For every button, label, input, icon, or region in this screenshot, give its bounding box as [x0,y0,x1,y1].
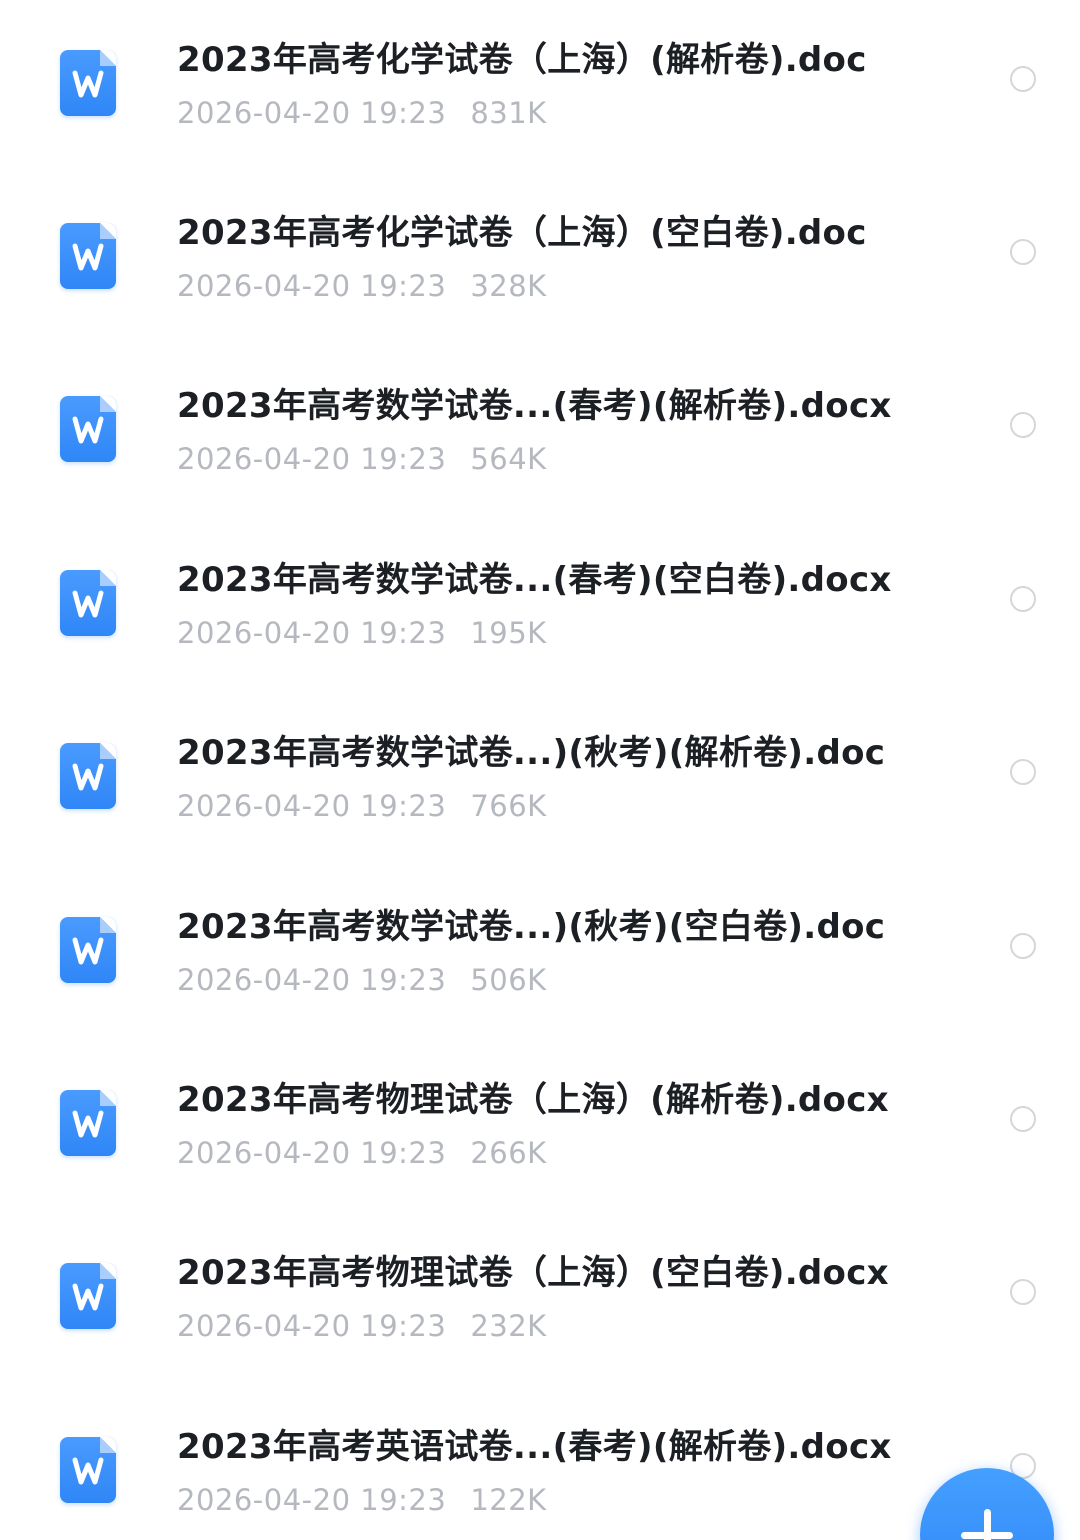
file-meta: 2026-04-20 19:23 232K [177,1306,547,1346]
file-date: 2026-04-20 19:23 [177,616,447,650]
file-row[interactable]: 2023年高考数学试卷...(春考)(解析卷).docx 2026-04-20 … [0,346,1080,519]
file-date: 2026-04-20 19:23 [177,96,447,130]
select-radio[interactable] [1010,1279,1036,1305]
select-radio[interactable] [1010,933,1036,959]
file-row[interactable]: 2023年高考化学试卷（上海）(空白卷).doc 2026-04-20 19:2… [0,173,1080,346]
file-meta: 2026-04-20 19:23 122K [177,1480,547,1520]
file-date: 2026-04-20 19:23 [177,1483,447,1517]
file-size: 266K [470,1136,547,1170]
file-meta: 2026-04-20 19:23 266K [177,1133,547,1173]
file-date: 2026-04-20 19:23 [177,1309,447,1343]
file-meta: 2026-04-20 19:23 831K [177,93,547,133]
file-name: 2023年高考化学试卷（上海）(解析卷).doc [177,40,867,80]
file-name: 2023年高考数学试卷...(春考)(解析卷).docx [177,386,892,426]
file-size: 831K [470,96,547,130]
file-name: 2023年高考英语试卷...(春考)(解析卷).docx [177,1427,892,1467]
word-doc-icon [60,1263,116,1329]
word-doc-icon [60,50,116,116]
file-size: 195K [470,616,547,650]
file-meta: 2026-04-20 19:23 328K [177,266,547,306]
plus-icon [957,1505,1017,1540]
file-name: 2023年高考数学试卷...)(秋考)(空白卷).doc [177,907,886,947]
file-date: 2026-04-20 19:23 [177,442,447,476]
select-radio[interactable] [1010,759,1036,785]
file-name: 2023年高考化学试卷（上海）(空白卷).doc [177,213,867,253]
file-list: 2023年高考化学试卷（上海）(解析卷).doc 2026-04-20 19:2… [0,0,1080,1540]
word-doc-icon [60,223,116,289]
word-doc-icon [60,743,116,809]
word-doc-icon [60,917,116,983]
file-meta: 2026-04-20 19:23 195K [177,613,547,653]
file-date: 2026-04-20 19:23 [177,963,447,997]
file-date: 2026-04-20 19:23 [177,269,447,303]
file-name: 2023年高考数学试卷...(春考)(空白卷).docx [177,560,892,600]
file-size: 506K [470,963,547,997]
select-radio[interactable] [1010,412,1036,438]
file-row[interactable]: 2023年高考化学试卷（上海）(解析卷).doc 2026-04-20 19:2… [0,0,1080,173]
file-size: 328K [470,269,547,303]
file-meta: 2026-04-20 19:23 766K [177,786,547,826]
file-name: 2023年高考物理试卷（上海）(空白卷).docx [177,1253,889,1293]
file-row[interactable]: 2023年高考数学试卷...)(秋考)(空白卷).doc 2026-04-20 … [0,867,1080,1040]
file-date: 2026-04-20 19:23 [177,789,447,823]
file-name: 2023年高考物理试卷（上海）(解析卷).docx [177,1080,889,1120]
word-doc-icon [60,1090,116,1156]
file-size: 766K [470,789,547,823]
file-date: 2026-04-20 19:23 [177,1136,447,1170]
word-doc-icon [60,396,116,462]
file-meta: 2026-04-20 19:23 506K [177,960,547,1000]
word-doc-icon [60,1437,116,1503]
file-meta: 2026-04-20 19:23 564K [177,439,547,479]
file-row[interactable]: 2023年高考数学试卷...(春考)(空白卷).docx 2026-04-20 … [0,520,1080,693]
file-size: 122K [470,1483,547,1517]
file-row[interactable]: 2023年高考物理试卷（上海）(空白卷).docx 2026-04-20 19:… [0,1213,1080,1386]
word-doc-icon [60,570,116,636]
select-radio[interactable] [1010,239,1036,265]
file-row[interactable]: 2023年高考数学试卷...)(秋考)(解析卷).doc 2026-04-20 … [0,693,1080,866]
select-radio[interactable] [1010,586,1036,612]
select-radio[interactable] [1010,1106,1036,1132]
file-row[interactable]: 2023年高考物理试卷（上海）(解析卷).docx 2026-04-20 19:… [0,1040,1080,1213]
file-size: 232K [470,1309,547,1343]
file-row[interactable]: 2023年高考英语试卷...(春考)(解析卷).docx 2026-04-20 … [0,1387,1080,1540]
file-size: 564K [470,442,547,476]
select-radio[interactable] [1010,66,1036,92]
file-name: 2023年高考数学试卷...)(秋考)(解析卷).doc [177,733,886,773]
